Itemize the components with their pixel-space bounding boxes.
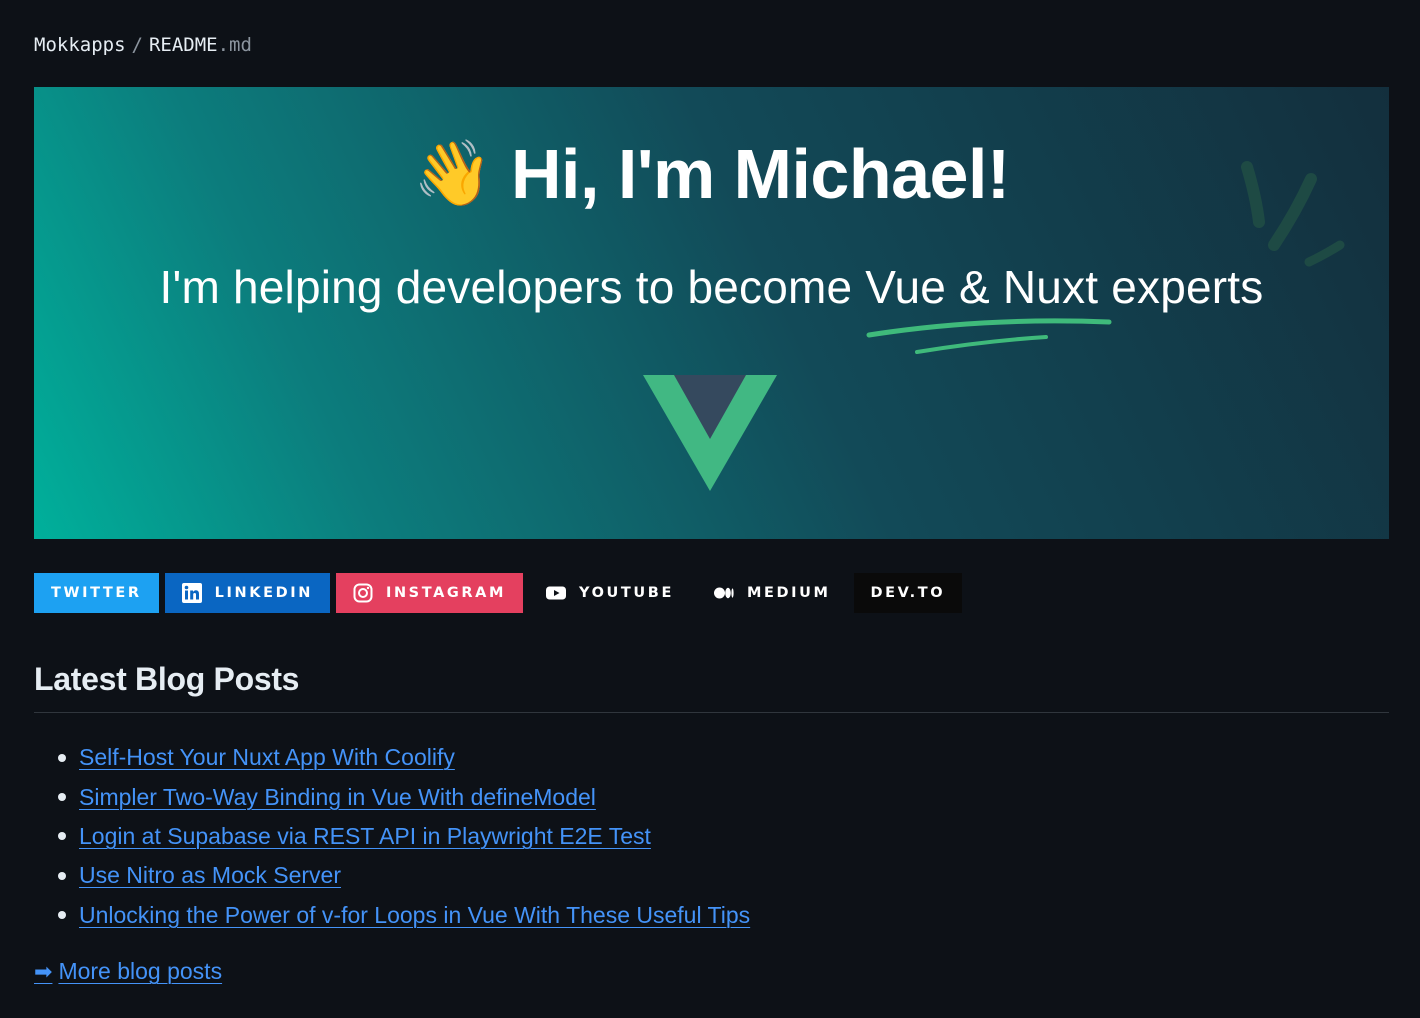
bullet-icon <box>58 832 66 841</box>
vue-logo-icon <box>643 375 777 491</box>
readme-banner-image: 👋 Hi, I'm Michael! I'm helping developer… <box>34 87 1389 539</box>
more-blog-posts-label: More blog posts <box>58 958 223 984</box>
breadcrumb-separator: / <box>131 34 143 56</box>
banner-subtitle: I'm helping developers to become Vue & N… <box>159 261 1264 313</box>
instagram-badge-label: INSTAGRAM <box>385 585 507 601</box>
banner-title: Hi, I'm Michael! <box>510 135 1010 213</box>
list-item: Login at Supabase via REST API in Playwr… <box>34 817 750 856</box>
instagram-icon <box>353 583 373 603</box>
banner-heading: 👋 Hi, I'm Michael! <box>34 139 1389 209</box>
bullet-icon <box>58 911 66 920</box>
blog-post-link[interactable]: Simpler Two-Way Binding in Vue With defi… <box>79 784 596 811</box>
breadcrumb-extension: .md <box>217 34 252 56</box>
right-arrow-icon: ➡ <box>34 960 53 985</box>
medium-icon <box>713 583 734 603</box>
breadcrumb: Mokkapps / README .md <box>34 34 252 56</box>
more-blog-posts-link[interactable]: ➡ More blog posts <box>34 958 222 985</box>
linkedin-icon <box>181 583 202 603</box>
list-item: Simpler Two-Way Binding in Vue With defi… <box>34 777 750 816</box>
breadcrumb-file: README <box>148 34 218 56</box>
bullet-icon <box>58 871 66 880</box>
bullet-icon <box>58 793 66 802</box>
youtube-badge[interactable]: YOUTUBE <box>529 573 691 613</box>
blog-post-list: Self-Host Your Nuxt App With Coolify Sim… <box>34 738 750 935</box>
list-item: Unlocking the Power of v-for Loops in Vu… <box>34 896 750 935</box>
linkedin-badge[interactable]: LINKEDIN <box>164 573 330 613</box>
linkedin-badge-label: LINKEDIN <box>214 585 313 601</box>
list-item: Self-Host Your Nuxt App With Coolify <box>34 738 750 777</box>
youtube-icon <box>546 583 567 603</box>
blog-post-link[interactable]: Use Nitro as Mock Server <box>79 862 341 889</box>
devto-badge[interactable]: DEV.TO <box>853 573 963 613</box>
bullet-icon <box>58 753 66 762</box>
blog-post-link[interactable]: Unlocking the Power of v-for Loops in Vu… <box>79 902 750 929</box>
medium-badge-label: MEDIUM <box>746 585 831 601</box>
breadcrumb-owner-link[interactable]: Mokkapps <box>34 34 126 56</box>
social-badges: TWITTER LINKEDIN INSTAGRAM YOUTUBE MEDIU… <box>34 573 968 613</box>
instagram-badge[interactable]: INSTAGRAM <box>335 573 524 613</box>
twitter-badge-label: TWITTER <box>51 585 142 601</box>
latest-blog-posts-heading: Latest Blog Posts <box>34 661 300 697</box>
blog-post-link[interactable]: Self-Host Your Nuxt App With Coolify <box>79 744 455 771</box>
youtube-badge-label: YOUTUBE <box>579 585 674 601</box>
heading-divider <box>34 712 1389 713</box>
list-item: Use Nitro as Mock Server <box>34 856 750 895</box>
medium-badge[interactable]: MEDIUM <box>696 573 848 613</box>
blog-post-link[interactable]: Login at Supabase via REST API in Playwr… <box>79 823 651 850</box>
more-blog-posts: ➡ More blog posts <box>34 958 222 985</box>
waving-hand-icon: 👋 <box>413 137 493 211</box>
twitter-badge[interactable]: TWITTER <box>34 573 159 613</box>
devto-badge-label: DEV.TO <box>870 585 946 601</box>
